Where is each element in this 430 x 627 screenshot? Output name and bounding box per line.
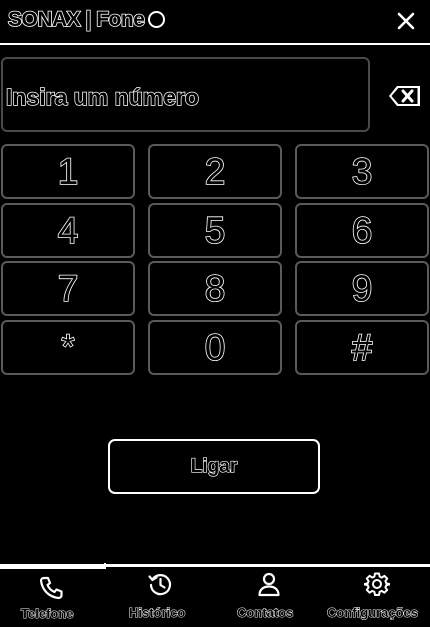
backspace-icon [389,86,420,106]
tab-configuracoes[interactable]: Configurações [321,570,430,627]
keypad-key-9[interactable]: 9 [295,261,429,316]
number-input-placeholder: Insira um número [5,83,199,111]
phone-icon [39,576,63,600]
keypad-key-5[interactable]: 5 [148,203,282,258]
header-divider [0,43,430,45]
keypad-key-hash[interactable]: # [295,320,429,375]
close-button[interactable] [393,8,419,34]
nav-active-indicator [0,567,106,569]
app-title-text: SONAX | Fone [7,7,145,32]
call-button[interactable]: Ligar [108,439,320,494]
backspace-button[interactable] [386,82,423,110]
nav-active-indicator-edge [104,563,106,569]
person-icon [258,572,280,597]
keypad-key-8[interactable]: 8 [148,261,282,316]
number-input[interactable]: Insira um número [1,57,370,132]
tab-telefone[interactable]: Telefone [0,570,106,627]
keypad-key-star[interactable]: * [1,320,135,375]
keypad-key-0[interactable]: 0 [148,320,282,375]
keypad-key-1[interactable]: 1 [1,144,135,199]
tab-contatos[interactable]: Contatos [213,570,321,627]
keypad-key-2[interactable]: 2 [148,144,282,199]
keypad-key-4[interactable]: 4 [1,203,135,258]
keypad-key-7[interactable]: 7 [1,261,135,316]
app-title: SONAX | Fone [7,7,166,33]
status-circle-icon [148,11,166,28]
tab-historico[interactable]: Histórico [106,570,213,627]
gear-icon [364,572,390,596]
tab-telefone-label: Telefone [21,606,74,622]
tab-configuracoes-label: Configurações [326,605,419,621]
history-icon [148,574,172,596]
keypad-key-6[interactable]: 6 [295,203,429,258]
close-icon [397,12,415,30]
tab-historico-label: Histórico [128,605,186,621]
tab-contatos-label: Contatos [236,605,294,621]
keypad-key-3[interactable]: 3 [295,144,429,199]
app-header: SONAX | Fone [0,0,430,45]
